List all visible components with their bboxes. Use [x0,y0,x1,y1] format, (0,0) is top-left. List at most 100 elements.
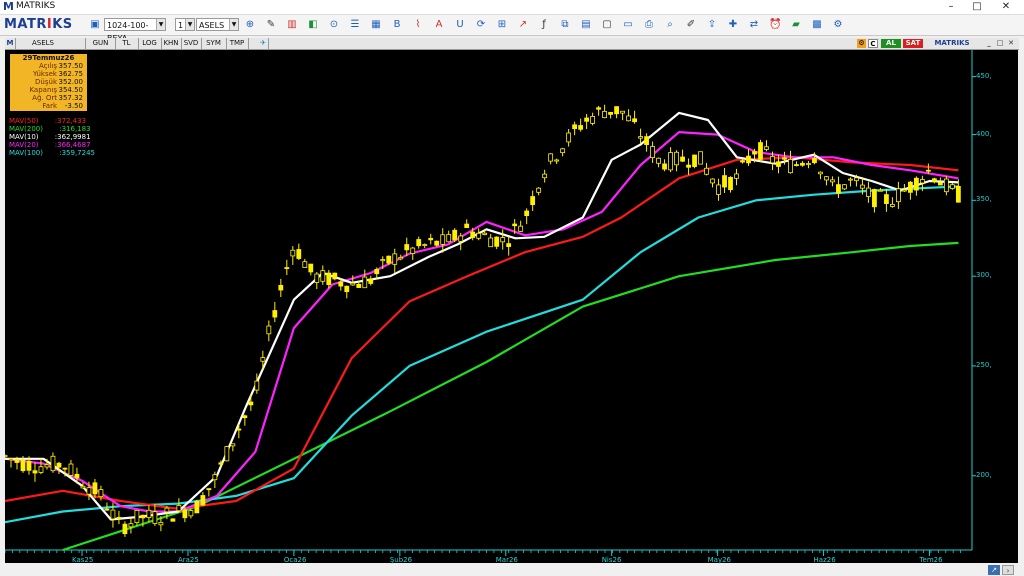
candle-body [200,495,206,506]
calc-icon[interactable]: ▩ [811,18,823,31]
color-icon[interactable]: ◧ [307,18,319,31]
candle-body [494,236,500,247]
trend-icon[interactable]: ↗ [517,18,529,31]
twitter-icon[interactable]: ✈ [258,38,269,49]
list-icon[interactable]: ☰ [349,18,361,31]
candle-body [194,500,200,514]
al-button[interactable]: AL [881,39,901,48]
tab-tmp[interactable]: TMP [226,38,249,49]
candle-body [674,151,679,166]
template-select[interactable]: 1024-100-BEYA▼ [104,18,166,43]
zoom-icon[interactable]: ⊕ [244,18,256,31]
chart-icon[interactable]: ⌇ [412,18,424,31]
search-icon[interactable]: ⌕ [664,18,676,31]
grid-icon[interactable]: ⊞ [496,18,508,31]
folder-icon[interactable]: ▭ [622,18,634,31]
candle-body [188,510,194,517]
sat-button[interactable]: SAT [903,39,923,48]
candle-body [20,459,26,472]
chart-canvas[interactable] [2,50,1018,563]
candle-body [848,178,853,181]
formula-icon[interactable]: ƒ [538,18,550,31]
bold-icon[interactable]: B [391,18,403,31]
tab-svd[interactable]: SVD [181,38,202,49]
undo-icon[interactable]: U [454,18,466,31]
candle-body [350,282,356,286]
candle-body [770,156,775,164]
tab-sym[interactable]: SYM [201,38,227,49]
c-button[interactable]: C [868,39,878,48]
candle-body [440,234,446,245]
legend-value: :316,183 [57,125,91,133]
candle-body [428,237,434,241]
ohlc-info-box: 29Temmuz26 Açılış 357.50 Yüksek 362.75 Düşük… [9,53,88,112]
layout-icon[interactable]: ▦ [370,18,382,31]
tab-gun[interactable]: GUN [86,38,116,49]
legend-item: MAV(100) :359,7245 [9,149,95,157]
y-tick-label: 400, [976,129,992,138]
close-chart-button[interactable]: ✕ [1007,39,1015,48]
candle-body [650,146,655,159]
close-button[interactable]: ✕ [992,0,1020,14]
info-value: 362.75 [58,70,84,78]
legend-value: :372,433 [52,117,87,125]
indicator-icon[interactable]: ⊙ [328,18,340,31]
symbol-tab[interactable]: ASELS [16,38,86,49]
calendar-icon[interactable]: ▢ [601,18,613,31]
candle-body [62,467,68,470]
tab-log[interactable]: LOG [138,38,162,49]
chart-type-icon[interactable]: ▥ [286,18,298,31]
crosshair-toggle-icon[interactable]: ↗ [988,565,1000,575]
compare-icon[interactable]: ⇄ [748,18,760,31]
candle-body [146,509,152,518]
candle-body [152,511,158,524]
minimize-chart-button[interactable]: _ [985,39,993,48]
info-label: Ağ. Ort [32,94,57,102]
layout-select[interactable]: 1 ▼ [175,18,195,31]
y-tick-label: 300, [976,271,992,280]
draw-icon[interactable]: ✎ [265,18,277,31]
candle-body [404,244,410,251]
tab-khn[interactable]: KHN [161,38,182,49]
candle-body [542,173,548,179]
save-icon[interactable]: ▣ [89,18,101,31]
template-icon[interactable]: ⧉ [559,18,571,31]
table-icon[interactable]: ▤ [580,18,592,31]
candle-body [392,253,398,265]
news-icon[interactable]: ▰ [790,18,802,31]
candle-body [290,249,296,257]
print-icon[interactable]: ⎙ [643,18,655,31]
crosshair-icon[interactable]: ✚ [727,18,739,31]
scroll-right-icon[interactable]: › [1002,565,1014,575]
refresh-icon[interactable]: ⟳ [475,18,487,31]
candle-body [206,488,212,491]
alarm-icon[interactable]: ⏰ [769,18,781,31]
candle-body [560,148,566,154]
export-icon[interactable]: ⇪ [706,18,718,31]
candle-body [662,163,667,170]
settings-icon[interactable]: ⚙ [857,39,866,48]
settings-icon[interactable]: ⚙ [832,18,844,31]
candle-body [854,177,859,182]
candle-body [530,196,536,206]
maximize-button[interactable]: □ [963,0,991,14]
candle-body [266,325,272,335]
tab-tl[interactable]: TL [115,38,139,49]
candle-body [554,159,560,162]
symbol-select[interactable]: ASELS ▼ [196,18,239,31]
candle-body [410,247,416,254]
candle-body [512,223,518,227]
edit-icon[interactable]: ✐ [685,18,697,31]
x-tick-label: Mar26 [495,556,518,564]
candle-body [686,164,691,168]
maximize-chart-button[interactable]: □ [996,39,1004,48]
text-icon[interactable]: A [433,18,445,31]
price-chart[interactable] [2,50,1018,563]
candle-body [50,455,56,472]
candle-body [26,460,32,471]
info-row: Düşük 352.00 [10,78,87,86]
candle-body [698,151,703,165]
minimize-button[interactable]: – [937,0,965,14]
candle-body [524,210,530,216]
candle-body [536,187,542,193]
